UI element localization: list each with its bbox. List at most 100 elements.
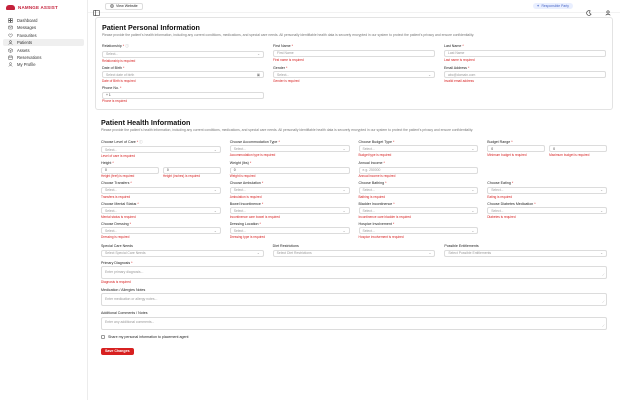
sidebar-item-label: Messages (17, 25, 37, 31)
hospice-involvement-select[interactable]: Select... ⌄ (358, 227, 479, 235)
budget-min-input[interactable]: 0 (487, 145, 546, 153)
dressing-location-select[interactable]: Select... ⌄ (229, 227, 350, 235)
field-label: Choose Mental Status (101, 201, 137, 206)
save-changes-button[interactable]: Save Changes (101, 347, 134, 355)
health-row-1: Choose Level of Care * ⓘ Select... ⌄ Leve… (101, 140, 607, 158)
share-info-checkbox-row[interactable]: Share my personal information to placeme… (101, 334, 607, 339)
budget-type-select[interactable]: Select... ⌄ (358, 145, 479, 153)
possible-entitlements-select[interactable]: Select Possible Entitlements ⌄ (444, 249, 608, 257)
weight-label: Weight (lbs) (229, 161, 249, 165)
calendar-icon (8, 55, 13, 60)
level-of-care-select[interactable]: Select... ⌄ (101, 146, 221, 154)
diabetes-medication-select[interactable]: Select... ⌄ (487, 207, 607, 215)
email-error: Invalid email address (444, 79, 474, 83)
view-website-label: View Website (116, 4, 138, 8)
eating-field: Choose Eating * Select... ⌄ Eating is req… (487, 181, 607, 199)
annual-income-input[interactable]: e.g. 250000 (358, 166, 479, 174)
resize-handle-icon[interactable]: ⟋ (602, 300, 604, 304)
field-label: Special Care Needs (101, 244, 133, 249)
sidebar-item-my-profile[interactable]: My Profile (3, 61, 84, 68)
bowel-incontinence-select[interactable]: Select... ⌄ (229, 207, 350, 215)
bathing-select[interactable]: Select... ⌄ (358, 186, 479, 194)
resize-handle-icon[interactable]: ⟋ (602, 324, 604, 328)
sidebar-item-messages[interactable]: Messages (3, 24, 84, 31)
share-info-checkbox[interactable] (101, 334, 105, 339)
sidebar-item-reservations[interactable]: Reservations (3, 54, 84, 61)
bladder-incontinence-select[interactable]: Select... ⌄ (358, 207, 479, 215)
diet-restrictions-select[interactable]: Select Diet Restrictions ⌄ (272, 249, 436, 257)
sidebar-item-assets[interactable]: Assets (3, 47, 84, 54)
gender-placeholder: Select... (277, 72, 290, 77)
sidebar-toggle-icon[interactable] (93, 3, 100, 16)
calendar-picker-icon[interactable]: ▣ (257, 73, 260, 77)
health-row-3: Choose Transfers * Select... ⌄ Transfers … (101, 181, 607, 199)
field-error: Transfers is required (101, 194, 131, 199)
sidebar-item-patients[interactable]: Patients (3, 39, 84, 47)
medication-notes-textarea[interactable]: Enter medication or allergy notes... ⟋ (101, 293, 607, 307)
field-error: Budget type is required (358, 153, 392, 157)
primary-diagnosis-textarea[interactable]: Enter primary diagnosis... ⟋ (101, 266, 607, 280)
relationship-error: Relationship is required (102, 58, 136, 63)
first-name-input[interactable]: First Name (273, 49, 435, 57)
info-icon[interactable]: ⓘ (139, 140, 143, 144)
email-input[interactable]: abc@domain.com (444, 71, 606, 79)
eating-select[interactable]: Select... ⌄ (487, 186, 607, 194)
dressing-location-field: Dressing Location * Select... ⌄ Dressing … (229, 222, 350, 239)
first-name-field: First Name * First Name First name is re… (273, 44, 435, 62)
logo-text: NAMNGE ASSIST (18, 4, 58, 10)
last-name-error: Last name is required (444, 57, 475, 62)
user-menu-icon[interactable] (605, 3, 611, 16)
relationship-select[interactable]: Select... ⌄ (102, 50, 264, 58)
resize-handle-icon[interactable]: ⟋ (602, 273, 604, 277)
height-inches-input[interactable]: 0 (162, 166, 221, 174)
weight-input[interactable]: 0 (229, 166, 350, 174)
first-name-error: First name is required (273, 57, 304, 62)
sidebar-item-favourites[interactable]: Favourites (3, 32, 84, 39)
dressing-select[interactable]: Select... ⌄ (101, 227, 221, 235)
last-name-input[interactable]: Last Name (444, 49, 606, 57)
health-info-title: Patient Health Information (101, 118, 191, 128)
budget-max-value: 0 (553, 146, 556, 151)
field-error: Eating is required (487, 194, 513, 199)
dob-placeholder: Select date of birth (106, 72, 135, 77)
gender-field: Gender * Select... ⌄ Gender is required (273, 66, 435, 83)
field-label: Choose Diabetes Medication (487, 201, 534, 206)
additional-comments-textarea[interactable]: Enter any additional comments... ⟋ (101, 316, 607, 330)
mental-status-select[interactable]: Select... ⌄ (101, 207, 221, 215)
budget-type-field: Choose Budget Type * Select... ⌄ Budget t… (358, 140, 479, 158)
dressing-field: Choose Dressing * Select... ⌄ Dressing is… (101, 222, 221, 239)
info-icon[interactable]: ⓘ (125, 44, 129, 48)
sidebar-item-dashboard[interactable]: Dashboard (3, 17, 84, 24)
height-feet-input[interactable]: 0 (101, 166, 159, 174)
select-placeholder: Select... (491, 208, 504, 213)
special-care-needs-select[interactable]: Select Special Care Needs ⌄ (101, 249, 264, 257)
chevron-down-icon: ⌄ (342, 188, 346, 193)
main-content: Patient Personal Information Please prov… (95, 17, 613, 363)
ambulation-field: Choose Ambulation * Select... ⌄ Ambulatio… (229, 181, 350, 199)
height-feet-value: 0 (105, 168, 107, 172)
field-error: Ambulation is required (229, 194, 262, 199)
chevron-down-icon: ⌄ (213, 188, 217, 193)
dob-error: Date of Birth is required (102, 79, 136, 83)
budget-max-input[interactable]: 0 (549, 145, 607, 153)
health-info-card: Patient Health Information Please provid… (95, 116, 613, 363)
relationship-placeholder: Select... (106, 52, 119, 57)
field-error: Incontinence care bowel is required (229, 214, 280, 219)
logo[interactable]: NAMNGE ASSIST (0, 0, 87, 14)
ambulation-select[interactable]: Select... ⌄ (229, 186, 350, 194)
sidebar-item-label: Reservations (17, 54, 42, 60)
phone-input[interactable]: + 1 (102, 91, 264, 99)
sidebar-item-label: Patients (17, 40, 33, 46)
dob-input[interactable]: Select date of birth ▣ (102, 71, 264, 79)
field-error: Accommodation type is required (229, 153, 276, 157)
select-placeholder: Select... (491, 188, 504, 193)
moon-icon[interactable] (586, 3, 592, 16)
chevron-down-icon: ⌄ (471, 208, 475, 213)
primary-diagnosis-error: Diagnosis is required (101, 279, 131, 284)
bowel-incontinence-field: Bowel Incontinence * Select... ⌄ Incontin… (229, 202, 350, 219)
transfers-select[interactable]: Select... ⌄ (101, 186, 221, 194)
view-website-button[interactable]: View Website (105, 2, 143, 10)
accommodation-type-select[interactable]: Select... ⌄ (229, 145, 350, 153)
gender-select[interactable]: Select... ⌄ (273, 71, 435, 79)
phone-field: Phone No. * + 1 Phone is required (102, 86, 264, 103)
